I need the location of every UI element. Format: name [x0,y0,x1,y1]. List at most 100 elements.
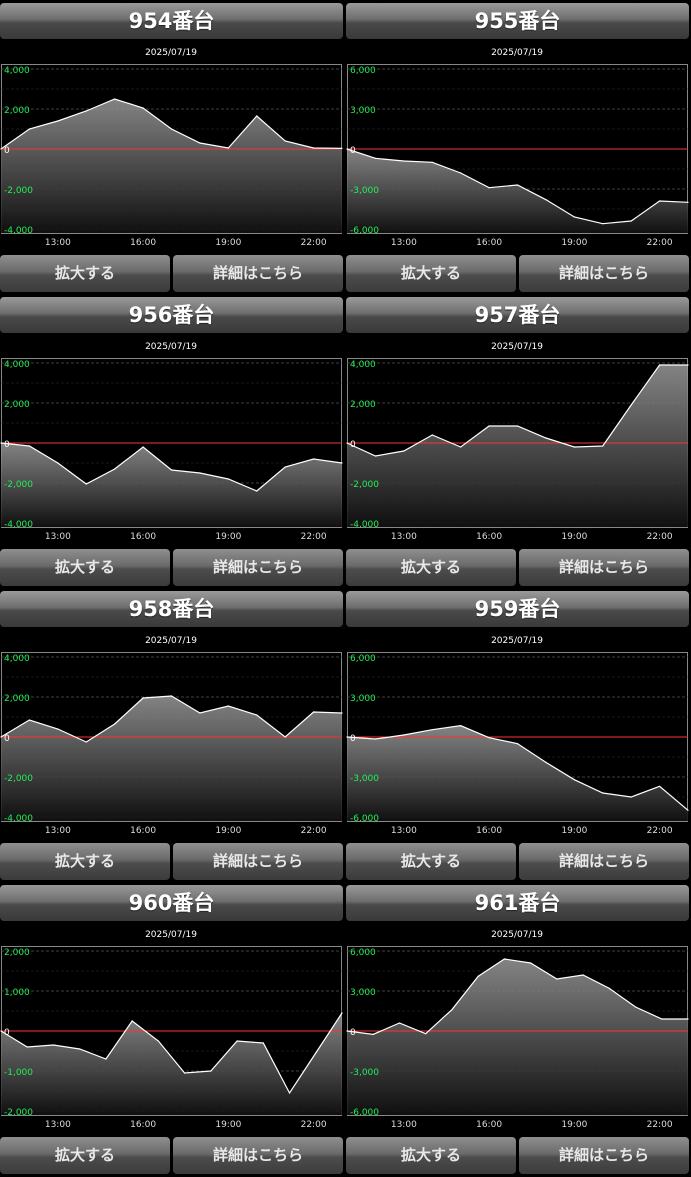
y-tick-label: 2,000 [4,694,30,704]
x-tick-label: 22:00 [301,826,327,836]
machine-card: 961番台 2025/07/19 6,000 3,000 0 -3,000 -6,000 13… [346,882,689,1174]
data-point [573,216,575,218]
data-point [403,160,405,162]
data-point [488,187,490,189]
zoom-button[interactable]: 拡大する [346,255,516,292]
zoom-button[interactable]: 拡大する [0,255,170,292]
x-tick-label: 16:00 [476,532,502,542]
y-tick-label: 4,000 [350,360,376,370]
data-point [687,364,689,366]
zoom-button[interactable]: 拡大する [346,843,516,880]
data-point [374,157,377,159]
x-tick-label: 19:00 [215,1120,241,1130]
data-point [460,446,462,448]
data-point [57,728,59,730]
machine-title[interactable]: 961番台 [346,885,689,921]
zoom-button[interactable]: 拡大する [346,1137,516,1174]
data-point [451,1009,453,1011]
x-tick-label: 22:00 [301,238,327,248]
data-point [85,741,87,743]
data-point [256,714,258,716]
machine-card: 957番台 2025/07/19 4,000 2,000 0 -2,000 -4,000 13… [346,294,689,586]
machine-card: 954番台 2025/07/19 4,000 2,000 0 -2,000 -4,000 13… [0,0,343,292]
data-point [658,200,661,202]
data-point [85,110,87,112]
y-tick-label: -4,000 [350,520,379,530]
y-tick-label: -4,000 [4,226,33,236]
detail-button[interactable]: 詳細はこちら [173,255,343,292]
machine-title[interactable]: 955番台 [346,3,689,39]
machine-title[interactable]: 954番台 [0,3,343,39]
data-point [227,705,229,707]
data-point [131,1020,133,1022]
data-point [573,446,575,448]
data-point [545,761,547,763]
machine-grid: 954番台 2025/07/19 4,000 2,000 0 -2,000 -4,000 13… [0,0,691,1177]
data-point [28,719,31,721]
data-point [530,962,532,964]
detail-button[interactable]: 詳細はこちら [519,255,689,292]
data-point [425,1033,427,1035]
zoom-button[interactable]: 拡大する [0,549,170,586]
slump-chart: 2025/07/19 2,000 1,000 0 -1,000 -2,000 13:00 16… [0,930,343,1130]
zoom-button[interactable]: 拡大する [346,549,516,586]
data-point [503,958,505,960]
machine-card: 956番台 2025/07/19 4,000 2,000 0 -2,000 -4,000 13… [0,294,343,586]
data-point [26,1046,28,1048]
x-tick-label: 13:00 [45,826,71,836]
data-point [284,466,286,468]
x-tick-label: 19:00 [215,238,241,248]
zoom-button[interactable]: 拡大する [0,1137,170,1174]
detail-button[interactable]: 詳細はこちら [173,549,343,586]
data-point [312,711,315,713]
data-point [288,1092,291,1094]
y-tick-label: 4,000 [4,360,30,370]
data-point [398,1022,401,1024]
data-point [0,1030,2,1032]
data-point [142,107,144,109]
data-point [227,478,229,480]
slump-chart: 2025/07/19 4,000 2,000 0 -2,000 -4,000 13:00 16… [0,342,343,542]
data-point [114,468,116,470]
x-tick-label: 19:00 [561,826,587,836]
detail-button[interactable]: 詳細はこちら [173,1137,343,1174]
detail-button[interactable]: 詳細はこちら [173,843,343,880]
data-point [341,712,343,714]
detail-button[interactable]: 詳細はこちら [519,1137,689,1174]
slump-chart: 2025/07/19 6,000 3,000 0 -3,000 -6,000 13:00 16… [346,930,689,1130]
machine-title[interactable]: 956番台 [0,297,343,333]
data-point [346,736,348,738]
zoom-button[interactable]: 拡大する [0,843,170,880]
data-point [630,220,632,222]
detail-button[interactable]: 詳細はこちら [519,843,689,880]
y-tick-label: 0 [350,1028,356,1038]
data-point [105,1058,107,1060]
data-point [199,712,201,714]
y-tick-label: -6,000 [350,226,379,236]
x-tick-label: 16:00 [130,1120,156,1130]
y-tick-label: 2,000 [350,400,376,410]
machine-title[interactable]: 958番台 [0,591,343,627]
x-tick-label: 16:00 [476,826,502,836]
data-point [687,809,689,811]
detail-button[interactable]: 詳細はこちら [519,549,689,586]
machine-title[interactable]: 960番台 [0,885,343,921]
data-point [262,1042,264,1044]
data-point [516,184,519,186]
x-tick-label: 22:00 [647,826,673,836]
x-tick-label: 13:00 [45,532,71,542]
data-point [170,469,173,471]
chart-date: 2025/07/19 [145,636,197,646]
data-point [157,1040,159,1042]
machine-title[interactable]: 957番台 [346,297,689,333]
chart-date: 2025/07/19 [491,48,543,58]
data-point [431,434,433,436]
y-tick-label: -2,000 [4,186,33,196]
data-point [28,128,31,130]
machine-title[interactable]: 959番台 [346,591,689,627]
chart-date: 2025/07/19 [491,930,543,940]
x-tick-label: 22:00 [647,532,673,542]
data-point [256,490,258,492]
data-point [52,1044,55,1046]
data-point [460,725,462,727]
